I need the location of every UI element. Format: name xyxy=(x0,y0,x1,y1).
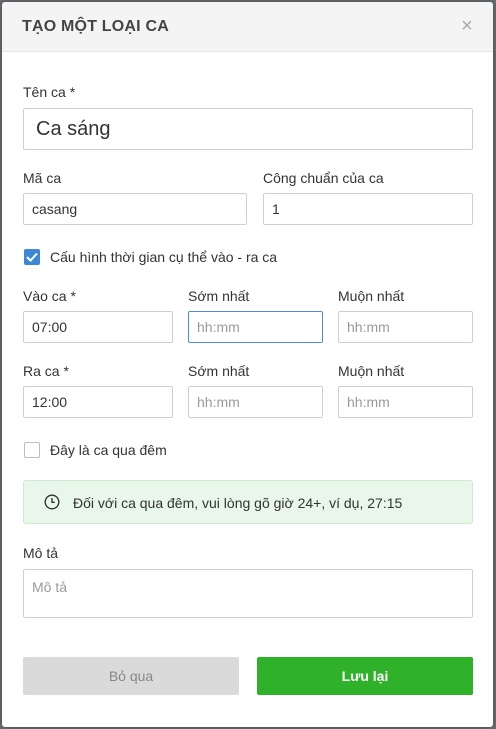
standard-work-input[interactable] xyxy=(263,193,473,225)
notice-text: Đối với ca qua đêm, vui lòng gõ giờ 24+,… xyxy=(73,495,403,511)
description-input[interactable] xyxy=(23,569,473,618)
check-out-latest-label: Muộn nhất xyxy=(338,363,405,379)
dialog-title: TẠO MỘT LOẠI CA xyxy=(22,18,169,35)
create-shift-dialog: TẠO MỘT LOẠI CA × Tên ca * Mã ca Công ch… xyxy=(2,2,493,727)
configure-time-row[interactable]: Cấu hình thời gian cụ thể vào - ra ca xyxy=(24,249,277,265)
save-button[interactable]: Lưu lại xyxy=(257,657,473,695)
dialog-header: TẠO MỘT LOẠI CA × xyxy=(2,2,493,52)
check-in-label: Vào ca * xyxy=(23,288,76,304)
configure-time-checkbox[interactable] xyxy=(24,249,40,265)
overnight-notice: Đối với ca qua đêm, vui lòng gõ giờ 24+,… xyxy=(23,480,473,524)
check-in-time-input[interactable] xyxy=(23,311,173,343)
shift-code-input[interactable] xyxy=(23,193,247,225)
clock-icon xyxy=(44,494,60,510)
check-in-latest-label: Muộn nhất xyxy=(338,288,405,304)
cancel-button[interactable]: Bỏ qua xyxy=(23,657,239,695)
check-out-label: Ra ca * xyxy=(23,363,69,379)
close-icon[interactable]: × xyxy=(457,14,477,38)
shift-code-label: Mã ca xyxy=(23,170,62,186)
check-out-latest-input[interactable] xyxy=(338,386,473,418)
check-icon xyxy=(26,252,38,262)
check-out-earliest-input[interactable] xyxy=(188,386,323,418)
overnight-checkbox[interactable] xyxy=(24,442,40,458)
overnight-label: Đây là ca qua đêm xyxy=(50,442,167,458)
standard-work-label: Công chuẩn của ca xyxy=(263,170,384,186)
shift-name-label: Tên ca * xyxy=(23,84,76,100)
overnight-row[interactable]: Đây là ca qua đêm xyxy=(24,442,167,458)
check-in-earliest-input[interactable] xyxy=(188,311,323,343)
check-in-latest-input[interactable] xyxy=(338,311,473,343)
check-out-earliest-label: Sớm nhất xyxy=(188,363,250,379)
configure-time-label: Cấu hình thời gian cụ thể vào - ra ca xyxy=(50,249,278,265)
check-in-earliest-label: Sớm nhất xyxy=(188,288,250,304)
description-label: Mô tả xyxy=(23,545,59,561)
check-out-time-input[interactable] xyxy=(23,386,173,418)
shift-name-input[interactable] xyxy=(23,108,473,150)
